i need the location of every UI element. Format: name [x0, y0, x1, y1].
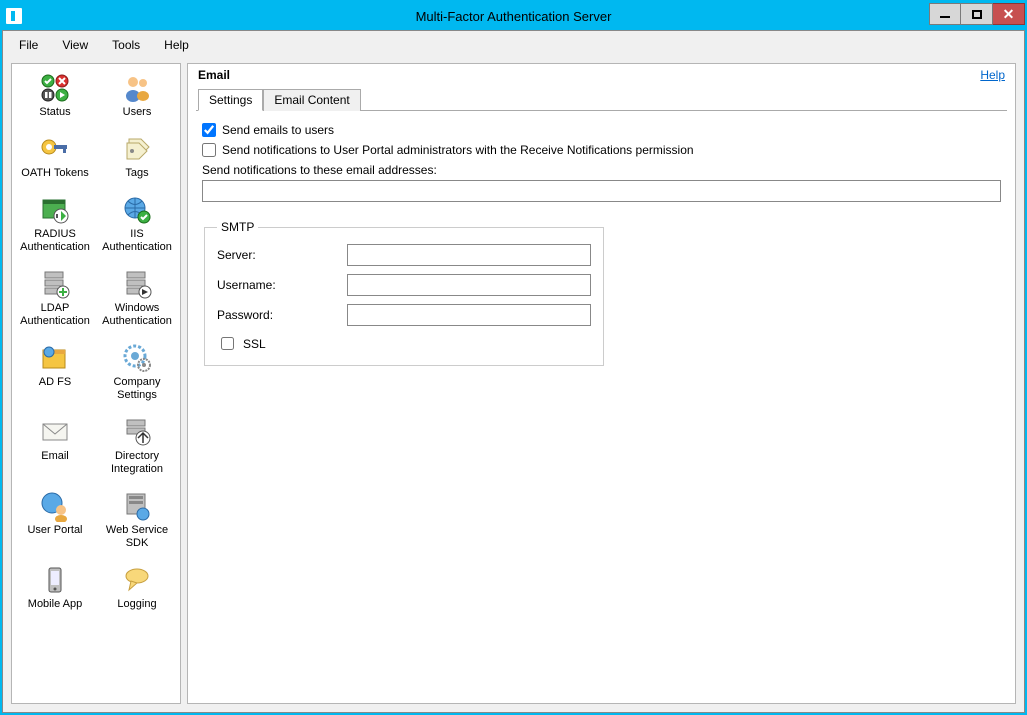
- app-window: Multi-Factor Authentication Server ✕ Fil…: [0, 0, 1027, 715]
- iis-icon: [121, 194, 153, 226]
- mobile-icon: [39, 564, 71, 596]
- user-portal-icon: [39, 490, 71, 522]
- windows-icon: [121, 268, 153, 300]
- gear-icon: [121, 342, 153, 374]
- adfs-icon: [39, 342, 71, 374]
- app-icon: [6, 8, 22, 24]
- sidebar-item-web-service-sdk[interactable]: Web Service SDK: [96, 488, 178, 552]
- main-panel: Email Help Settings Email Content Send e…: [187, 63, 1016, 704]
- sidebar-item-oath-tokens[interactable]: OATH Tokens: [14, 131, 96, 182]
- smtp-username-label: Username:: [217, 278, 347, 292]
- window-controls: ✕: [929, 5, 1025, 27]
- send-emails-checkbox[interactable]: [202, 123, 216, 137]
- sidebar-item-status[interactable]: Status: [14, 70, 96, 121]
- smtp-ssl-checkbox[interactable]: [221, 337, 234, 350]
- close-button[interactable]: ✕: [993, 3, 1025, 25]
- menu-file[interactable]: File: [9, 35, 48, 55]
- sidebar: Status Users: [11, 63, 181, 704]
- window-title: Multi-Factor Authentication Server: [416, 9, 612, 24]
- sidebar-item-tags[interactable]: Tags: [96, 131, 178, 182]
- menu-view[interactable]: View: [52, 35, 98, 55]
- menubar: File View Tools Help: [3, 31, 1024, 59]
- smtp-password-label: Password:: [217, 308, 347, 322]
- smtp-legend: SMTP: [217, 220, 258, 234]
- smtp-server-label: Server:: [217, 248, 347, 262]
- client-area: File View Tools Help Statu: [2, 30, 1025, 713]
- sidebar-item-directory-integration[interactable]: Directory Integration: [96, 414, 178, 478]
- sidebar-item-ldap-auth[interactable]: LDAP Authentication: [14, 266, 96, 330]
- smtp-username-input[interactable]: [347, 274, 591, 296]
- page-title: Email: [198, 68, 230, 82]
- tab-email-content[interactable]: Email Content: [263, 89, 360, 111]
- addresses-input[interactable]: [202, 180, 1001, 202]
- sidebar-item-user-portal[interactable]: User Portal: [14, 488, 96, 552]
- directory-icon: [121, 416, 153, 448]
- sidebar-item-logging[interactable]: Logging: [96, 562, 178, 613]
- smtp-server-input[interactable]: [347, 244, 591, 266]
- ldap-icon: [39, 268, 71, 300]
- sidebar-item-radius-auth[interactable]: RADIUS Authentication: [14, 192, 96, 256]
- smtp-password-input[interactable]: [347, 304, 591, 326]
- menu-tools[interactable]: Tools: [102, 35, 150, 55]
- tab-settings[interactable]: Settings: [198, 89, 263, 111]
- titlebar: Multi-Factor Authentication Server ✕: [2, 2, 1025, 30]
- key-icon: [39, 133, 71, 165]
- minimize-button[interactable]: [929, 3, 961, 25]
- addresses-label: Send notifications to these email addres…: [202, 163, 1001, 177]
- maximize-button[interactable]: [961, 3, 993, 25]
- send-emails-label: Send emails to users: [222, 123, 334, 137]
- tag-icon: [121, 133, 153, 165]
- sidebar-item-email[interactable]: Email: [14, 414, 96, 478]
- tab-settings-content: Send emails to users Send notifications …: [196, 111, 1007, 378]
- help-link[interactable]: Help: [980, 68, 1005, 82]
- sidebar-item-windows-auth[interactable]: Windows Authentication: [96, 266, 178, 330]
- users-icon: [121, 72, 153, 104]
- email-icon: [39, 416, 71, 448]
- sidebar-item-mobile-app[interactable]: Mobile App: [14, 562, 96, 613]
- logging-icon: [121, 564, 153, 596]
- body: Status Users: [3, 59, 1024, 712]
- sidebar-item-iis-auth[interactable]: IIS Authentication: [96, 192, 178, 256]
- server-icon: [121, 490, 153, 522]
- smtp-group: SMTP Server: Username: Password:: [204, 220, 604, 366]
- send-notifications-checkbox[interactable]: [202, 143, 216, 157]
- menu-help[interactable]: Help: [154, 35, 199, 55]
- sidebar-item-users[interactable]: Users: [96, 70, 178, 121]
- sidebar-item-adfs[interactable]: AD FS: [14, 340, 96, 404]
- send-notifications-label: Send notifications to User Portal admini…: [222, 143, 694, 157]
- tabstrip: Settings Email Content: [196, 88, 1007, 111]
- sidebar-item-company-settings[interactable]: Company Settings: [96, 340, 178, 404]
- smtp-ssl-label: SSL: [243, 337, 266, 351]
- main-header: Email Help: [196, 68, 1007, 86]
- radius-icon: [39, 194, 71, 226]
- status-icon: [39, 72, 71, 104]
